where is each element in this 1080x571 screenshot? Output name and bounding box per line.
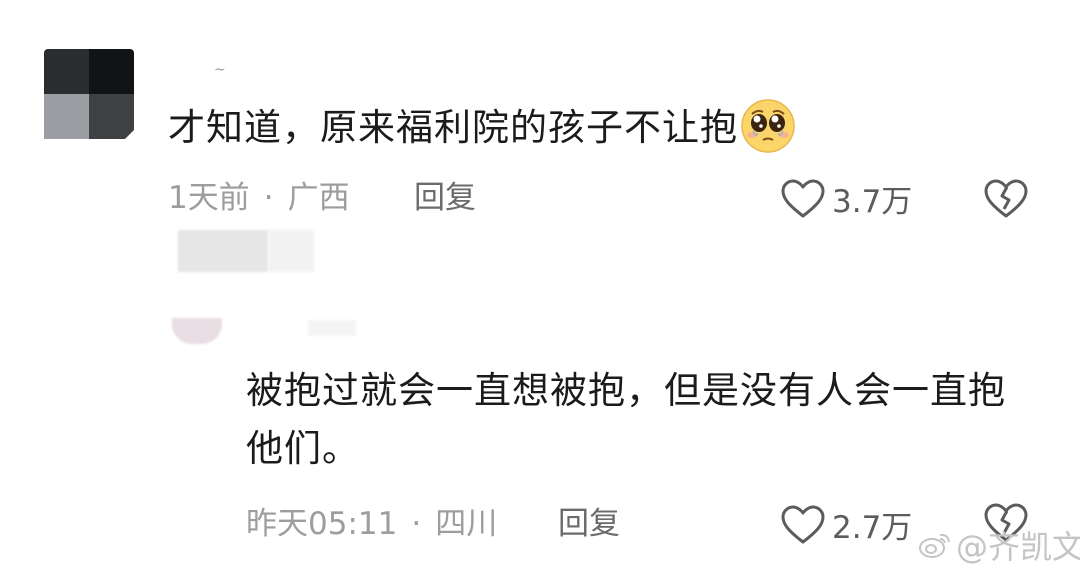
reply-username[interactable] <box>308 320 356 336</box>
heart-icon <box>781 505 825 543</box>
watermark-text: @齐凯文 <box>956 528 1080 566</box>
comment-text: 才知道，原来福利院的孩子不让抱 <box>168 98 796 154</box>
like-button[interactable]: 3.7万 <box>780 176 912 221</box>
censored-block <box>178 230 268 272</box>
timestamp: 1天前 <box>168 180 250 216</box>
location: 广西 <box>287 180 350 216</box>
avatar[interactable] <box>44 49 134 139</box>
username[interactable]: ~ <box>214 62 226 78</box>
reply-avatar[interactable] <box>172 318 222 344</box>
comment-meta: 1天前 · 广西 <box>168 178 350 218</box>
separator: · <box>263 180 274 216</box>
pleading-face-emoji <box>741 98 795 153</box>
censored-block <box>268 230 314 272</box>
reply-meta: 昨天05:11 · 四川 <box>246 504 497 544</box>
watermark: @齐凯文 <box>918 522 1080 568</box>
heart-icon <box>781 179 825 217</box>
broken-heart-icon[interactable] <box>983 178 1029 220</box>
reply-button[interactable]: 回复 <box>414 178 476 218</box>
comment-thread: ~ 才知道，原来福利院的孩子不让抱 1天前 · 广西 回复 3.7万 被抱过就会… <box>0 0 1080 571</box>
like-count: 2.7万 <box>832 510 913 546</box>
like-count: 3.7万 <box>832 184 913 220</box>
separator: · <box>411 506 422 542</box>
timestamp: 昨天05:11 <box>246 506 398 542</box>
weibo-icon <box>919 533 950 558</box>
location: 四川 <box>435 506 498 542</box>
reply-text: 被抱过就会一直想被抱，但是没有人会一直抱他们。 <box>246 369 1006 470</box>
like-button[interactable]: 2.7万 <box>780 502 912 547</box>
reply-button[interactable]: 回复 <box>558 504 620 544</box>
comment-body: 才知道，原来福利院的孩子不让抱 <box>168 106 738 149</box>
